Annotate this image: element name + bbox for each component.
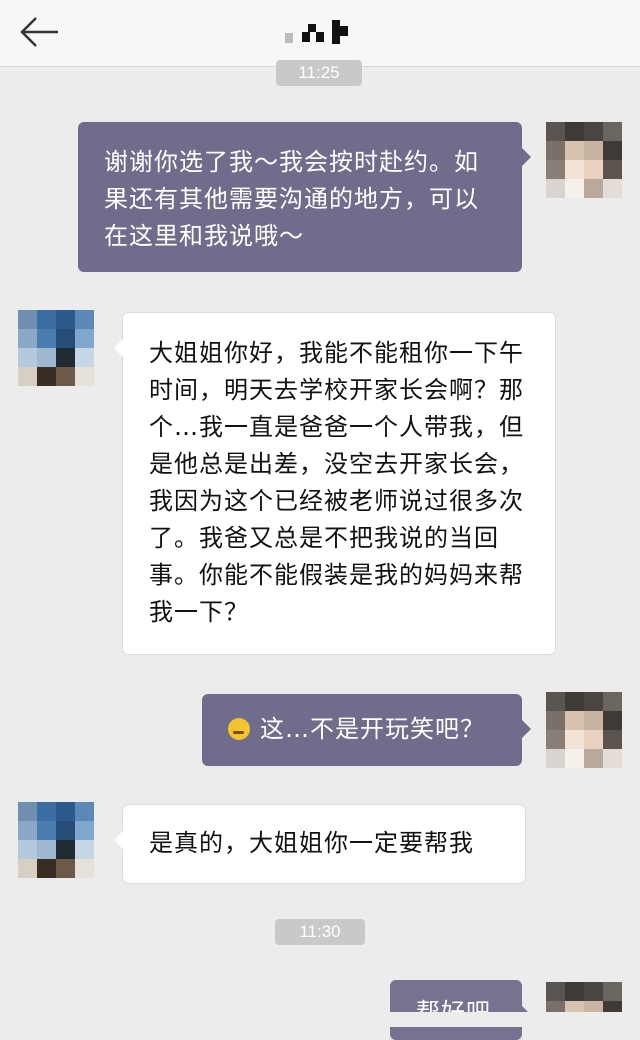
outgoing-message[interactable]: 这…不是开玩笑吧？: [202, 694, 531, 766]
incoming-message[interactable]: 大姐姐你好，我能不能租你一下午时间，明天去学校开家长会啊？那个…我一直是爸爸一个…: [114, 312, 556, 655]
contact-avatar[interactable]: [18, 802, 94, 878]
contact-name-pixelated: [250, 16, 390, 50]
cold-sweat-emoji-icon: [228, 718, 250, 740]
outgoing-message[interactable]: 帮好吧: [390, 980, 531, 1040]
chat-header: [0, 0, 640, 67]
contact-avatar[interactable]: [18, 310, 94, 386]
outgoing-message[interactable]: 谢谢你选了我～我会按时赴约。如果还有其他需要沟通的地方，可以在这里和我说哦～: [78, 122, 531, 272]
message-text: 是真的，大姐姐你一定要帮我: [149, 829, 474, 857]
my-avatar[interactable]: [546, 122, 622, 198]
my-avatar[interactable]: [546, 692, 622, 768]
message-text: 大姐姐你好，我能不能租你一下午时间，明天去学校开家长会啊？那个…我一直是爸爸一个…: [149, 339, 524, 626]
message-text: 这…不是开玩笑吧？: [260, 715, 485, 743]
arrow-left-icon: [20, 17, 58, 47]
message-text: 谢谢你选了我～我会按时赴约。如果还有其他需要沟通的地方，可以在这里和我说哦～: [104, 148, 479, 250]
bottom-edge: [0, 1012, 640, 1027]
back-button[interactable]: [18, 14, 62, 50]
incoming-message[interactable]: 是真的，大姐姐你一定要帮我: [114, 804, 526, 884]
timestamp: 11:25: [276, 60, 362, 86]
timestamp: 11:30: [275, 919, 365, 945]
